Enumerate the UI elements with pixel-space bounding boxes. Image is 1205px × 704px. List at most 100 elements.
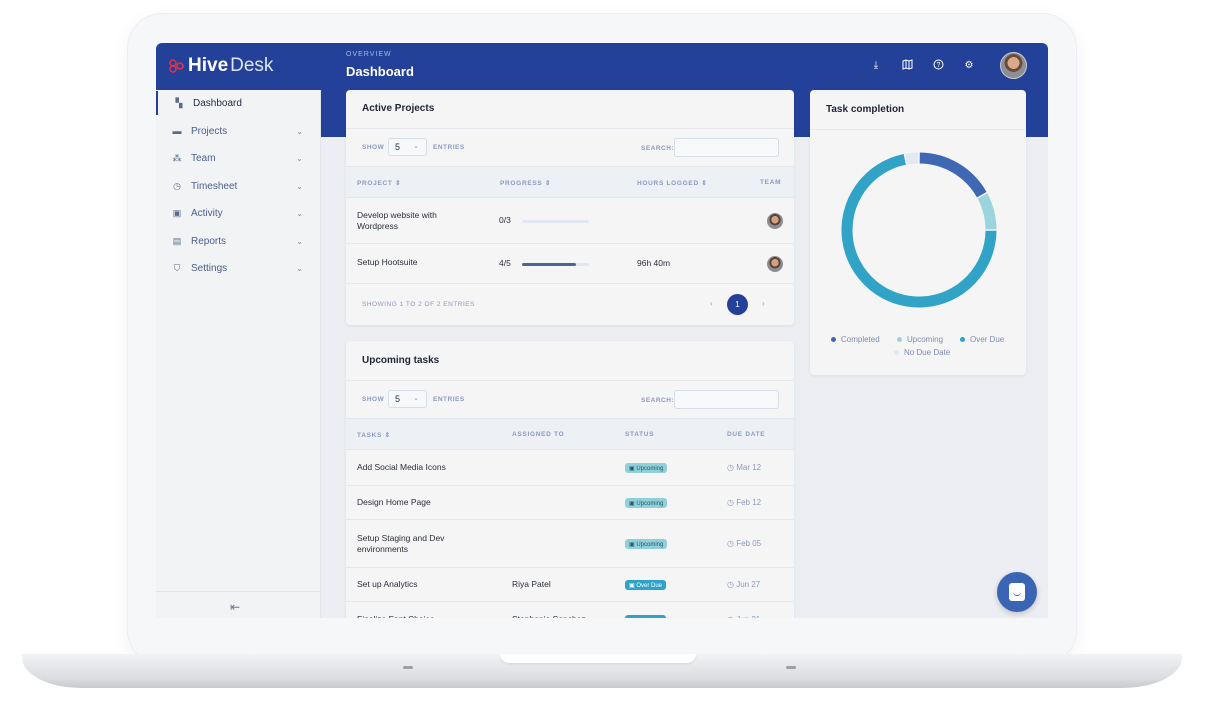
table-row[interactable]: Add Social Media Icons ▣ Upcoming ◷ Mar 12 [346,450,794,486]
due-date: ◷ Jun 27 [727,580,760,589]
project-name[interactable]: Setup Hootsuite [357,257,417,268]
show-label: SHOW [362,144,385,151]
donut-slice-no-due-date [905,152,919,165]
clock-icon: ◷ [727,498,737,507]
page-size-select[interactable]: 5 ⌄ [388,138,427,156]
task-name[interactable]: Setup Staging and Dev environments [357,533,477,555]
search-label: SEARCH: [641,145,675,152]
search-input[interactable] [674,390,779,409]
table-header: PROJECT ⇕ PROGRESS ⇕ HOURS LOGGED ⇕ TEAM [346,166,794,198]
chevron-down-icon: ⌄ [296,208,303,218]
status-badge: ▣ Upcoming [625,463,668,473]
sidebar-item-reports[interactable]: ▤ Reports ⌄ [156,229,321,253]
table-row[interactable]: Design Home Page ▣ Upcoming ◷ Feb 12 [346,486,794,520]
column-label: TASKS [357,432,383,439]
column-header-hours[interactable]: HOURS LOGGED ⇕ [637,179,708,187]
task-name[interactable]: Set up Analytics [357,579,477,590]
task-name[interactable]: Design Home Page [357,497,477,508]
due-date: ◷ Feb 12 [727,498,761,507]
column-header-team: TEAM [760,179,782,186]
due-date-text: Jun 27 [736,580,761,589]
sidebar-item-label: Timesheet [191,180,238,192]
laptop-foot [786,666,796,669]
column-header-project[interactable]: PROJECT ⇕ [357,179,401,187]
task-name[interactable]: Finalize Font Choice [357,614,477,618]
sidebar-item-team[interactable]: ⁂ Team ⌄ [156,146,321,170]
column-header-assigned: ASSIGNED TO [512,431,565,438]
hours-logged: 96h 40m [637,258,671,268]
search-label: SEARCH: [641,397,675,404]
status-badge: ▣ Over Due [625,580,667,590]
table-row[interactable]: Setup Staging and Dev environments ▣ Upco… [346,520,794,568]
clock-icon: ◷ [727,615,736,618]
reports-icon: ▤ [172,235,182,246]
search-input[interactable] [674,138,779,157]
settings-icon[interactable]: ⚙ [962,59,976,73]
sidebar-item-label: Reports [191,235,227,247]
entries-label: ENTRIES [433,144,465,151]
user-avatar[interactable] [1000,52,1027,79]
table-row[interactable]: Setup Hootsuite 4/5 96h 40m [346,244,794,284]
help-icon[interactable]: ? [931,59,945,73]
collapse-sidebar-icon[interactable]: ⇤ [230,600,240,614]
legend-item-over-due: Over Due [960,335,1004,344]
column-header-status: STATUS [625,431,655,438]
sidebar: ▚ Dashboard ▬ Projects ⌄ ⁂ Team ⌄ ◷ Timesheet ⌄… [156,90,321,618]
logo-text-bold: Hive [188,55,229,76]
sidebar-divider [156,591,321,592]
chevron-down-icon: ⌄ [296,126,303,136]
column-header-progress[interactable]: PROGRESS ⇕ [500,179,551,187]
laptop-foot [403,666,413,669]
shield-icon: ⛉ [173,262,181,273]
column-header-tasks[interactable]: TASKS ⇕ [357,431,391,439]
chevron-down-icon: ⌄ [413,395,419,402]
due-date: ◷ Feb 05 [727,539,761,548]
clock-icon: ◷ [727,580,737,589]
sidebar-item-activity[interactable]: ▣ Activity ⌄ [156,201,321,225]
sidebar-item-projects[interactable]: ▬ Projects ⌄ [156,119,321,143]
sidebar-item-dashboard[interactable]: ▚ Dashboard [156,91,321,115]
task-completion-card: Task completion Completed Upcoming Over … [810,90,1026,375]
prev-page-button[interactable]: ‹ [710,299,713,308]
status-badge: ▣ Over Due [625,615,667,619]
team-avatar[interactable] [767,256,783,272]
timesheet-icon: ◷ [173,180,181,191]
progress-text: 0/3 [499,215,511,225]
sidebar-item-timesheet[interactable]: ◷ Timesheet ⌄ [156,174,321,198]
chat-button[interactable] [997,572,1037,612]
page-size-select[interactable]: 5 ⌄ [388,390,427,408]
legend-dot [831,337,836,342]
table-row[interactable]: Finalize Font Choice Stephanie Sanchez ▣ O… [346,602,794,618]
clock-icon: ◷ [727,463,737,472]
status-text: Over Due [636,582,663,589]
legend-label: Over Due [970,335,1005,344]
chevron-down-icon: ⌄ [413,143,419,150]
table-row[interactable]: Set up Analytics Riya Patel ▣ Over Due ◷ Ju… [346,568,794,602]
project-name[interactable]: Develop website with Wordpress [357,210,467,232]
table-row[interactable]: Develop website with Wordpress 0/3 [346,198,794,244]
card-title: Upcoming tasks [362,355,440,366]
legend-dot [897,337,902,342]
sidebar-item-label: Dashboard [193,97,242,109]
team-icon: ⁂ [172,152,182,163]
divider [346,128,794,129]
top-header [156,43,1048,90]
app-screen: Hive Desk OVERVIEW Dashboard ⤓ ? ⚙ ▚ Dashb… [156,43,1048,618]
map-icon[interactable] [900,59,914,73]
logo[interactable]: Hive Desk [168,55,273,77]
status-text: Over Due [636,618,662,619]
sidebar-item-settings[interactable]: ⛉ Settings ⌄ [156,256,321,280]
chevron-down-icon: ⌄ [296,236,303,246]
donut-chart [841,152,997,308]
legend-item-completed: Completed [831,335,880,344]
due-date-text: Jun 21 [736,615,760,618]
team-avatar[interactable] [767,213,783,229]
progress-bar [522,263,589,266]
page-title: Dashboard [346,64,414,79]
folder-icon: ▬ [172,126,182,136]
column-header-due-date: DUE DATE [727,431,766,438]
task-name[interactable]: Add Social Media Icons [357,462,477,473]
next-page-button[interactable]: › [762,299,765,308]
download-icon[interactable]: ⤓ [869,59,883,73]
page-1-button[interactable]: 1 [727,294,748,315]
